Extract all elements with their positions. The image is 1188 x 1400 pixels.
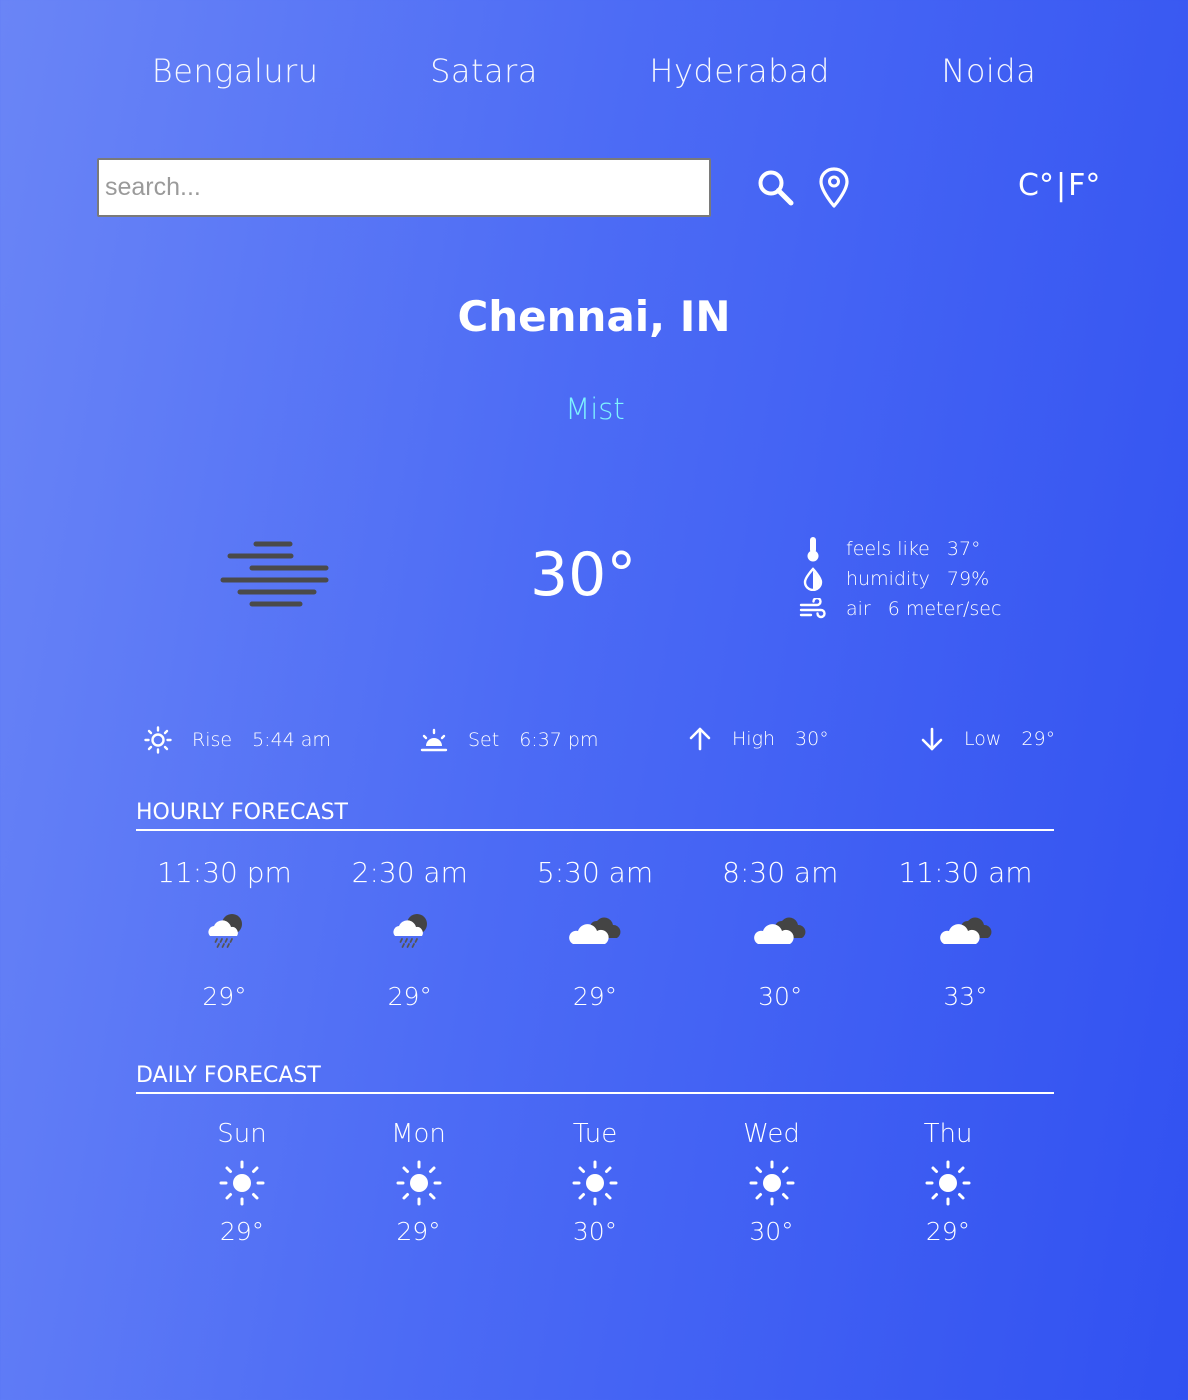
high-value: 30° <box>795 728 829 750</box>
sunrise-item: Rise 5:44 am <box>144 726 331 754</box>
search-input[interactable] <box>97 158 711 217</box>
sun-icon <box>396 1160 441 1206</box>
location-title: Chennai, IN <box>457 292 731 341</box>
low-item: Low 29° <box>920 726 1055 752</box>
daily-day: Wed <box>743 1119 800 1149</box>
hourly-item: 2:30 am 29° <box>317 856 502 1011</box>
hourly-temp: 29° <box>202 982 247 1011</box>
daily-item: Tue 30° <box>507 1119 683 1246</box>
hourly-item: 11:30 am 33° <box>873 856 1058 1011</box>
location-button[interactable] <box>818 166 850 210</box>
rain-cloud-icon <box>393 914 427 948</box>
high-item: High 30° <box>688 726 829 752</box>
wind-label: air <box>846 598 871 620</box>
high-label: High <box>732 728 776 750</box>
hourly-time: 5:30 am <box>536 856 654 889</box>
daily-item: Sun 29° <box>154 1119 330 1246</box>
city-link-noida[interactable]: Noida <box>941 52 1036 90</box>
sun-icon <box>219 1160 265 1206</box>
fahrenheit-button[interactable]: F° <box>1068 168 1100 203</box>
arrow-down-icon <box>921 727 943 751</box>
feels-like-label: feels like <box>846 538 930 560</box>
daily-forecast-title: DAILY FORECAST <box>136 1063 1054 1094</box>
humidity-value: 79% <box>946 568 990 590</box>
sunrise-value: 5:44 am <box>252 729 331 751</box>
daily-temp: 29° <box>925 1217 971 1246</box>
hourly-temp: 29° <box>572 982 618 1011</box>
broken-clouds-icon <box>569 917 621 944</box>
sunset-label: Set <box>468 729 500 751</box>
weather-details: feels like 37° humidity 79% air 6 meter/… <box>798 534 1001 624</box>
hourly-forecast-title: HOURLY FORECAST <box>136 800 1054 831</box>
city-nav: Bengaluru Satara Hyderabad Noida <box>96 52 1092 90</box>
hourly-item: 11:30 pm 29° <box>132 856 317 1011</box>
thermometer-icon <box>807 537 819 562</box>
sun-icon <box>749 1160 794 1206</box>
hourly-forecast: 11:30 pm 29° 2:30 am 29° 5:30 am 29° 8:3… <box>132 856 1058 1011</box>
city-link-satara[interactable]: Satara <box>430 52 538 90</box>
detail-wind: air 6 meter/sec <box>798 594 1001 624</box>
daily-temp: 29° <box>396 1217 441 1246</box>
daily-temp: 29° <box>219 1217 265 1246</box>
detail-humidity: humidity 79% <box>798 564 1001 594</box>
broken-clouds-icon <box>754 917 806 944</box>
hourly-time: 2:30 am <box>351 856 468 889</box>
daily-day: Thu <box>923 1119 973 1149</box>
hourly-time: 11:30 am <box>898 856 1033 889</box>
hourly-temp: 30° <box>758 982 803 1011</box>
daily-day: Mon <box>391 1119 446 1149</box>
daily-item: Thu 29° <box>860 1119 1036 1246</box>
sunset-value: 6:37 pm <box>519 729 599 751</box>
celsius-button[interactable]: C° <box>1018 168 1054 203</box>
location-pin-icon <box>819 167 849 208</box>
low-value: 29° <box>1021 728 1056 750</box>
broken-clouds-icon <box>939 917 991 944</box>
unit-separator: | <box>1055 168 1067 203</box>
sunset-icon <box>420 728 448 752</box>
current-temperature: 30° <box>530 540 637 610</box>
sunrise-label: Rise <box>192 729 233 751</box>
sunset-item: Set 6:37 pm <box>420 726 598 754</box>
sun-temp-summary: Rise 5:44 am Set 6:37 pm High 30° Low 29… <box>0 726 1188 758</box>
daily-item: Mon 29° <box>331 1119 507 1246</box>
arrow-up-icon <box>689 727 711 751</box>
low-label: Low <box>964 728 1002 750</box>
city-link-bengaluru[interactable]: Bengaluru <box>152 52 319 90</box>
detail-feels-like: feels like 37° <box>798 534 1001 564</box>
daily-forecast: Sun 29° Mon 29° Tue 30° Wed 30° Thu 29° <box>154 1119 1036 1246</box>
sunrise-icon <box>144 726 172 754</box>
feels-like-value: 37° <box>946 538 981 560</box>
hourly-temp: 33° <box>943 982 988 1011</box>
city-link-hyderabad[interactable]: Hyderabad <box>649 52 830 90</box>
hourly-item: 8:30 am 30° <box>688 856 873 1011</box>
unit-toggle: C° | F° <box>1018 168 1100 203</box>
hourly-temp: 29° <box>387 982 432 1011</box>
sun-icon <box>925 1160 971 1206</box>
humidity-label: humidity <box>846 568 930 590</box>
mist-icon <box>220 541 329 607</box>
daily-day: Sun <box>217 1119 267 1149</box>
sun-icon <box>572 1160 618 1206</box>
search-button[interactable] <box>756 168 796 208</box>
hourly-time: 8:30 am <box>722 856 839 889</box>
wind-icon <box>799 598 826 619</box>
weather-condition: Mist <box>565 392 625 426</box>
daily-temp: 30° <box>749 1217 794 1246</box>
daily-temp: 30° <box>572 1217 618 1246</box>
daily-day: Tue <box>572 1119 618 1149</box>
hourly-time: 11:30 pm <box>157 856 292 889</box>
wind-value: 6 meter/sec <box>887 598 1002 620</box>
daily-item: Wed 30° <box>684 1119 860 1246</box>
search-icon <box>758 170 794 206</box>
humidity-icon <box>803 567 823 591</box>
rain-cloud-icon <box>207 914 242 948</box>
hourly-item: 5:30 am 29° <box>503 856 688 1011</box>
